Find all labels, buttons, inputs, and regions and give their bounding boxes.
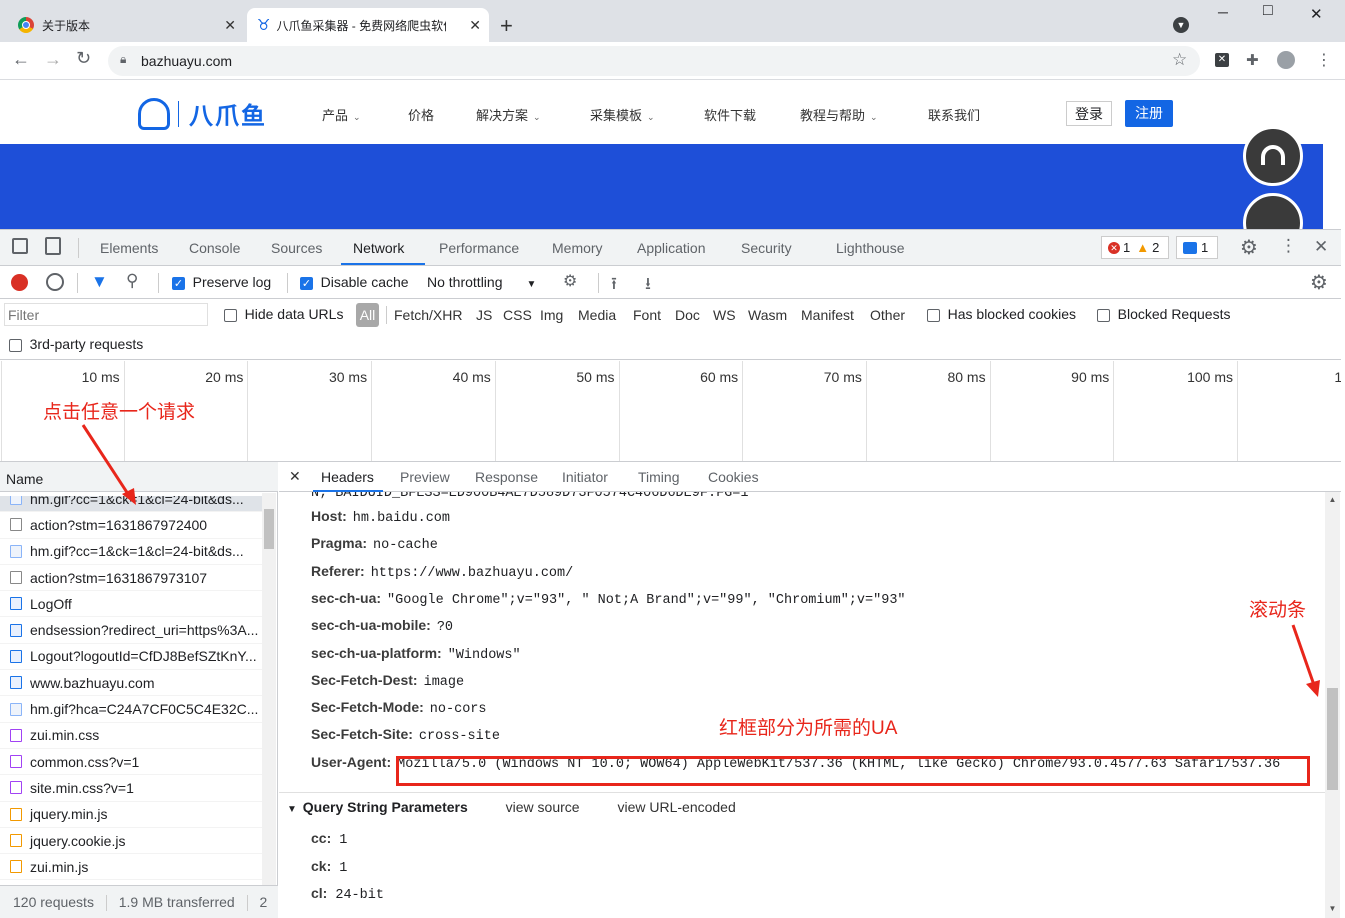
annotation-scrollbar: 滚动条 <box>1249 600 1307 621</box>
annotation-arrow-request <box>81 424 1320 697</box>
annotation-ua: 红框部分为所需的UA <box>719 718 898 739</box>
